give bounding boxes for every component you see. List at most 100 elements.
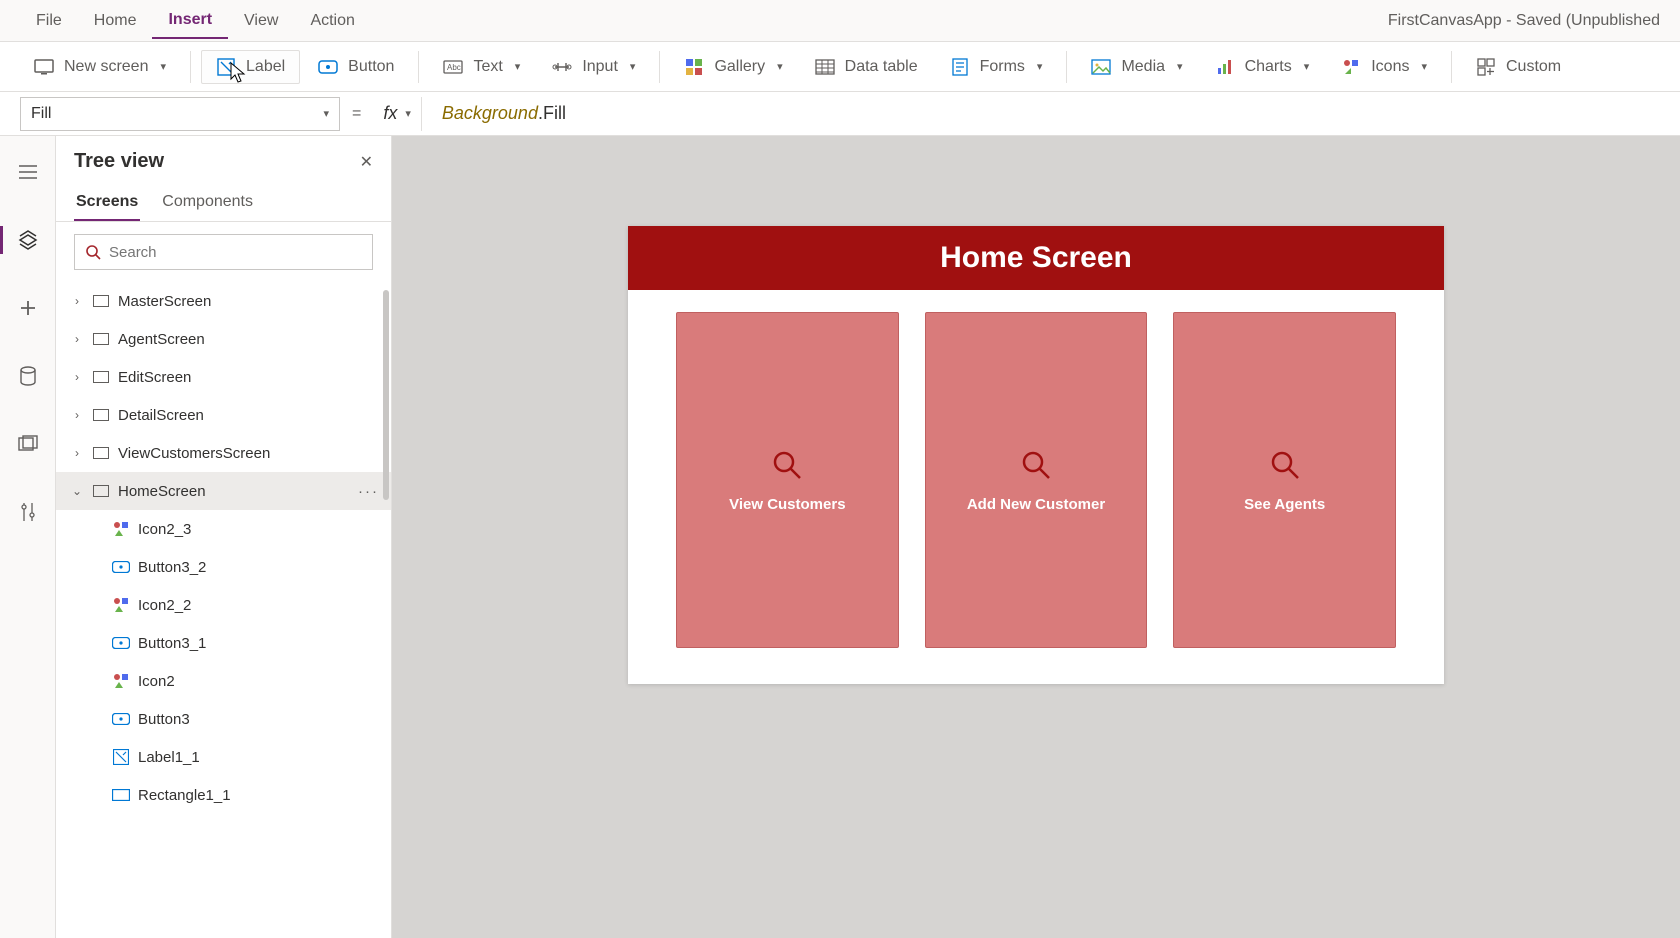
- tree-item-icon2[interactable]: Icon2: [56, 662, 391, 700]
- chevron-down-icon: ▾: [405, 107, 411, 120]
- formula-token-object: Background: [442, 103, 538, 124]
- canvas-header-label[interactable]: Home Screen: [628, 226, 1444, 290]
- tab-components[interactable]: Components: [160, 185, 255, 221]
- tree-item-masterscreen[interactable]: › MasterScreen: [56, 282, 391, 320]
- tree-item-button3-1[interactable]: Button3_1: [56, 624, 391, 662]
- insert-label-button[interactable]: Label: [201, 50, 300, 84]
- menu-action[interactable]: Action: [294, 4, 370, 38]
- fx-label: fx: [383, 103, 397, 124]
- insert-label-label: Label: [246, 58, 285, 76]
- canvas-body: View Customers Add New Customer See Agen…: [628, 290, 1444, 670]
- tree-item-homescreen[interactable]: ⌄ HomeScreen ···: [56, 472, 391, 510]
- tree-item-button3-2[interactable]: Button3_2: [56, 548, 391, 586]
- tile-add-new-customer[interactable]: Add New Customer: [925, 312, 1148, 648]
- menu-view[interactable]: View: [228, 4, 294, 38]
- tree-item-agentscreen[interactable]: › AgentScreen: [56, 320, 391, 358]
- insert-button-button[interactable]: Button: [304, 51, 408, 83]
- formula-input[interactable]: Background.Fill: [434, 97, 1660, 131]
- tree-item-rectangle1-1[interactable]: Rectangle1_1: [56, 776, 391, 814]
- tree-search-input[interactable]: [109, 244, 362, 261]
- search-icon: [85, 244, 101, 260]
- ribbon: New screen ▾ Label Button Abc Text ▾ Inp…: [0, 42, 1680, 92]
- ribbon-separator: [1066, 51, 1067, 83]
- input-icon: [552, 57, 572, 77]
- tab-screens[interactable]: Screens: [74, 185, 140, 221]
- insert-gallery-button[interactable]: Gallery ▾: [670, 51, 796, 83]
- insert-button-label: Button: [348, 58, 394, 76]
- rail-hamburger[interactable]: [8, 152, 48, 192]
- chevron-down-icon: ▾: [777, 60, 783, 73]
- formula-bar: Fill ▾ = fx ▾ Background.Fill: [0, 92, 1680, 136]
- rail-treeview[interactable]: [8, 220, 48, 260]
- canvas-area[interactable]: Home Screen View Customers Add New Custo…: [392, 136, 1680, 938]
- insert-datatable-button[interactable]: Data table: [801, 51, 932, 83]
- screen-icon: [92, 482, 110, 500]
- insert-custom-button[interactable]: Custom: [1462, 51, 1575, 83]
- tree-panel: Tree view ✕ Screens Components › MasterS…: [56, 136, 392, 938]
- caret-right-icon: ›: [70, 446, 84, 460]
- app-title: FirstCanvasApp - Saved (Unpublished: [1388, 12, 1660, 30]
- tree-item-label: EditScreen: [118, 369, 191, 386]
- insert-forms-label: Forms: [980, 58, 1025, 76]
- rail-media[interactable]: [8, 424, 48, 464]
- tree-item-label: Rectangle1_1: [138, 787, 231, 804]
- tree-item-label: AgentScreen: [118, 331, 205, 348]
- screen-icon: [92, 444, 110, 462]
- button-node-icon: [112, 634, 130, 652]
- search-icon: [1019, 448, 1053, 482]
- insert-custom-label: Custom: [1506, 58, 1561, 76]
- menu-home[interactable]: Home: [78, 4, 153, 38]
- tree-search[interactable]: [74, 234, 373, 270]
- chevron-down-icon: ▾: [1037, 60, 1043, 73]
- menu-file[interactable]: File: [20, 4, 78, 38]
- canvas-screen[interactable]: Home Screen View Customers Add New Custo…: [628, 226, 1444, 684]
- tree-item-editscreen[interactable]: › EditScreen: [56, 358, 391, 396]
- new-screen-button[interactable]: New screen ▾: [20, 51, 180, 83]
- tree-item-detailscreen[interactable]: › DetailScreen: [56, 396, 391, 434]
- tree-item-button3[interactable]: Button3: [56, 700, 391, 738]
- insert-media-button[interactable]: Media ▾: [1077, 51, 1196, 83]
- rail-advanced[interactable]: [8, 492, 48, 532]
- forms-icon: [950, 57, 970, 77]
- property-selector[interactable]: Fill ▾: [20, 97, 340, 131]
- tile-view-customers[interactable]: View Customers: [676, 312, 899, 648]
- tree-item-label1-1[interactable]: Label1_1: [56, 738, 391, 776]
- tile-see-agents[interactable]: See Agents: [1173, 312, 1396, 648]
- rail-insert[interactable]: [8, 288, 48, 328]
- chevron-down-icon: ▾: [160, 60, 166, 73]
- insert-icons-button[interactable]: Icons ▾: [1327, 51, 1441, 83]
- button-icon: [318, 57, 338, 77]
- tree-item-more[interactable]: ···: [358, 483, 379, 500]
- caret-right-icon: ›: [70, 370, 84, 384]
- tree-item-label: Icon2_3: [138, 521, 191, 538]
- scrollbar-thumb[interactable]: [383, 290, 389, 500]
- left-rail: [0, 136, 56, 938]
- rail-data[interactable]: [8, 356, 48, 396]
- iconset-icon: [112, 672, 130, 690]
- label-icon: [216, 57, 236, 77]
- ribbon-separator: [659, 51, 660, 83]
- ribbon-separator: [190, 51, 191, 83]
- insert-media-label: Media: [1121, 58, 1165, 76]
- tile-label: View Customers: [729, 496, 845, 513]
- tile-label: Add New Customer: [967, 496, 1105, 513]
- insert-input-button[interactable]: Input ▾: [538, 51, 649, 83]
- insert-icons-label: Icons: [1371, 58, 1409, 76]
- menu-insert[interactable]: Insert: [152, 3, 228, 39]
- tree-tabs: Screens Components: [56, 179, 391, 222]
- tree-item-viewcustomersscreen[interactable]: › ViewCustomersScreen: [56, 434, 391, 472]
- gallery-icon: [684, 57, 704, 77]
- insert-charts-button[interactable]: Charts ▾: [1201, 51, 1324, 83]
- rect-node-icon: [112, 786, 130, 804]
- insert-datatable-label: Data table: [845, 58, 918, 76]
- custom-icon: [1476, 57, 1496, 77]
- insert-text-button[interactable]: Abc Text ▾: [429, 51, 534, 83]
- tree-close-button[interactable]: ✕: [360, 152, 373, 172]
- insert-input-label: Input: [582, 58, 618, 76]
- tree-item-icon2-2[interactable]: Icon2_2: [56, 586, 391, 624]
- tree-item-icon2-3[interactable]: Icon2_3: [56, 510, 391, 548]
- fx-button[interactable]: fx ▾: [373, 97, 422, 131]
- insert-forms-button[interactable]: Forms ▾: [936, 51, 1057, 83]
- tile-label: See Agents: [1244, 496, 1325, 513]
- search-icon: [770, 448, 804, 482]
